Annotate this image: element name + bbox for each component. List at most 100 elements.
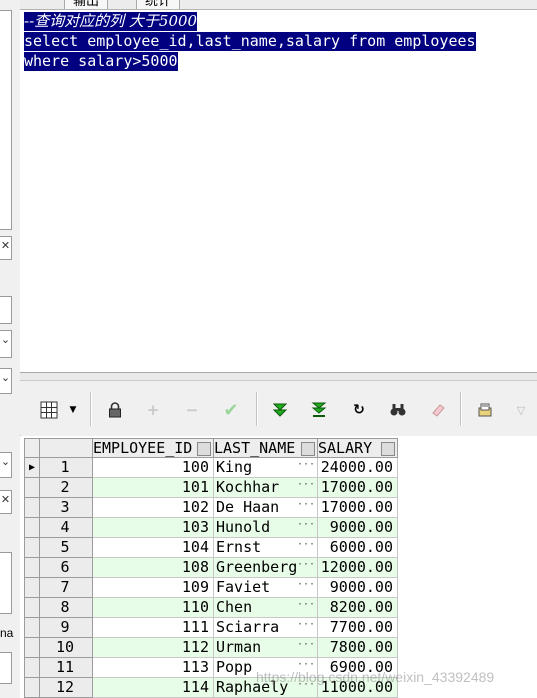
ellipsis-icon[interactable]: ··· [297, 475, 315, 494]
table-row[interactable]: 6 108 Greenberg ··· 12000.00 [24, 555, 398, 578]
sql-where-line: where salary>5000 [24, 52, 178, 71]
post-changes-icon[interactable]: ✔ [220, 399, 242, 421]
table-row[interactable]: 5 104 Ernst ··· 6000.00 [24, 535, 398, 558]
sql-comment-line: --查询对应的列 大于5000 [24, 12, 198, 31]
cell-employee-id[interactable]: 111 [92, 617, 214, 638]
ellipsis-icon[interactable]: ··· [297, 515, 315, 534]
ellipsis-icon[interactable]: ··· [297, 615, 315, 634]
cell-employee-id[interactable]: 108 [92, 557, 214, 578]
table-row[interactable]: 4 103 Hunold ··· 9000.00 [24, 515, 398, 538]
left-field[interactable] [0, 296, 12, 324]
close-icon[interactable]: ✕ [0, 236, 12, 260]
refresh-icon[interactable]: ↻ [348, 399, 370, 421]
cell-salary[interactable]: 7700.00 [317, 617, 398, 638]
row-number: 8 [39, 597, 93, 618]
cell-employee-id[interactable]: 112 [92, 637, 214, 658]
column-filter-icon[interactable] [381, 442, 395, 456]
export-icon[interactable] [474, 399, 496, 421]
column-filter-icon[interactable] [197, 442, 211, 456]
left-panel: ✕ ⌄ ⌄ ⌄ ✕ na [0, 0, 21, 698]
tab-output[interactable]: 输出 [64, 0, 109, 9]
table-row[interactable]: 2 101 Kochhar ··· 17000.00 [24, 475, 398, 498]
cell-employee-id[interactable]: 101 [92, 477, 214, 498]
ellipsis-icon[interactable]: ··· [297, 555, 315, 574]
row-indicator [24, 517, 40, 538]
row-indicator: ▶ [24, 457, 40, 478]
row-indicator [24, 577, 40, 598]
cell-employee-id[interactable]: 109 [92, 577, 214, 598]
lock-icon[interactable] [104, 399, 126, 421]
toolbar-separator [460, 392, 462, 426]
more-dropdown-icon[interactable]: ▽ [510, 399, 532, 421]
cell-employee-id[interactable]: 103 [92, 517, 214, 538]
clear-icon[interactable] [427, 399, 449, 421]
left-field[interactable] [0, 552, 12, 614]
cell-salary[interactable]: 7800.00 [317, 637, 398, 658]
table-row[interactable]: 8 110 Chen ··· 8200.00 [24, 595, 398, 618]
dropdown-arrow-icon[interactable]: ▼ [66, 399, 80, 421]
row-number: 1 [39, 457, 93, 478]
column-filter-icon[interactable] [301, 442, 315, 456]
row-indicator [24, 497, 40, 518]
cell-employee-id[interactable]: 114 [92, 677, 214, 698]
fetch-next-icon[interactable] [269, 399, 291, 421]
splitter[interactable] [20, 373, 537, 381]
fetch-last-icon[interactable] [308, 399, 330, 421]
row-number: 11 [39, 657, 93, 678]
add-record-icon[interactable]: + [142, 399, 164, 421]
cell-employee-id[interactable]: 113 [92, 657, 214, 678]
sql-select-line: select employee_id,last_name,salary from… [24, 32, 476, 51]
ellipsis-icon[interactable]: ··· [297, 535, 315, 554]
cell-employee-id[interactable]: 102 [92, 497, 214, 518]
chevron-down-icon[interactable]: ⌄ [0, 368, 12, 394]
row-number: 4 [39, 517, 93, 538]
ellipsis-icon[interactable]: ··· [297, 595, 315, 614]
row-indicator [24, 597, 40, 618]
row-number: 10 [39, 637, 93, 658]
tab-statistics[interactable]: 统计 [136, 0, 181, 9]
cell-salary[interactable]: 17000.00 [317, 497, 398, 518]
cell-salary[interactable]: 9000.00 [317, 577, 398, 598]
chevron-down-icon[interactable]: ⌄ [0, 330, 12, 358]
table-row[interactable]: 10 112 Urman ··· 7800.00 [24, 635, 398, 658]
table-row[interactable]: 7 109 Faviet ··· 9000.00 [24, 575, 398, 598]
row-indicator [24, 477, 40, 498]
column-header-salary[interactable]: SALARY [317, 438, 398, 458]
cell-salary[interactable]: 6000.00 [317, 537, 398, 558]
delete-record-icon[interactable]: − [181, 399, 203, 421]
left-label-fragment: na [0, 626, 14, 640]
cell-employee-id[interactable]: 104 [92, 537, 214, 558]
table-row[interactable]: 9 111 Sciarra ··· 7700.00 [24, 615, 398, 638]
chevron-down-icon[interactable]: ⌄ [0, 452, 12, 478]
data-table: EMPLOYEE_ID LAST_NAME SALARY ▶ 1 100 King ··… [24, 438, 398, 698]
row-number: 2 [39, 477, 93, 498]
cell-salary[interactable]: 8200.00 [317, 597, 398, 618]
cell-employee-id[interactable]: 110 [92, 597, 214, 618]
close-icon[interactable]: ✕ [0, 490, 12, 514]
table-row[interactable]: 3 102 De Haan ··· 17000.00 [24, 495, 398, 518]
left-scroll-area[interactable] [0, 10, 12, 230]
cell-salary[interactable]: 12000.00 [317, 557, 398, 578]
result-grid[interactable]: EMPLOYEE_ID LAST_NAME SALARY ▶ 1 100 King ··… [20, 436, 537, 698]
cell-salary[interactable]: 17000.00 [317, 477, 398, 498]
indicator-header [24, 438, 40, 458]
ellipsis-icon[interactable]: ··· [297, 495, 315, 514]
find-icon[interactable] [387, 399, 409, 421]
left-field[interactable] [0, 652, 12, 684]
row-indicator [24, 657, 40, 678]
ellipsis-icon[interactable]: ··· [297, 635, 315, 654]
grid-view-icon[interactable] [38, 399, 60, 421]
ellipsis-icon[interactable]: ··· [297, 575, 315, 594]
column-header-employee-id[interactable]: EMPLOYEE_ID [92, 438, 214, 458]
row-indicator [24, 537, 40, 558]
table-row[interactable]: ▶ 1 100 King ··· 24000.00 [24, 455, 398, 478]
cell-employee-id[interactable]: 100 [92, 457, 214, 478]
row-number: 6 [39, 557, 93, 578]
sql-editor[interactable]: --查询对应的列 大于5000 select employee_id,last_… [20, 10, 537, 373]
toolbar-separator [256, 392, 258, 426]
row-indicator [24, 677, 40, 698]
cell-salary[interactable]: 9000.00 [317, 517, 398, 538]
ellipsis-icon[interactable]: ··· [297, 455, 315, 474]
cell-salary[interactable]: 24000.00 [317, 457, 398, 478]
row-indicator [24, 637, 40, 658]
